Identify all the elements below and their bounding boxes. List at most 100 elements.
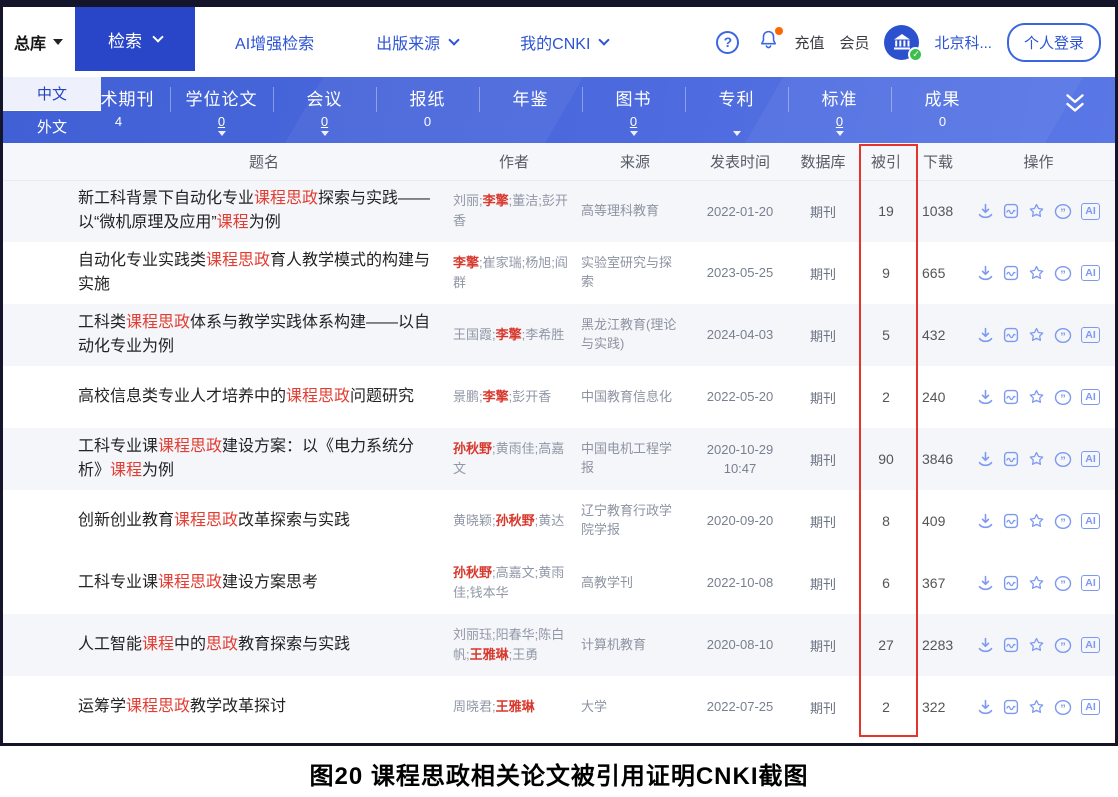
- paper-title-link[interactable]: 创新创业教育课程思政改革探索与实践: [3, 490, 450, 552]
- source-cell[interactable]: 中国电机工程学报: [578, 428, 692, 490]
- link-publication-source[interactable]: 出版来源: [376, 30, 458, 54]
- favorite-icon[interactable]: [1028, 699, 1045, 715]
- institution-name[interactable]: 北京科...: [934, 32, 992, 53]
- download-icon[interactable]: [977, 389, 994, 405]
- paper-title-link[interactable]: 运筹学课程思政教学改革探讨: [3, 676, 450, 738]
- category-tab[interactable]: 年鉴: [479, 77, 582, 143]
- paper-title-link[interactable]: 工科专业课课程思政建设方案：以《电力系统分析》课程为例: [3, 428, 450, 490]
- paper-title-link[interactable]: 高校信息类专业人才培养中的课程思政问题研究: [3, 366, 450, 428]
- download-count-cell[interactable]: 1038: [914, 180, 962, 242]
- quote-icon[interactable]: ”: [1054, 451, 1072, 468]
- authors-cell[interactable]: 刘丽;李擎;董洁;彭开香: [450, 180, 578, 242]
- category-tab[interactable]: 报纸0: [376, 77, 479, 143]
- download-count-cell[interactable]: 322: [914, 676, 962, 738]
- ai-icon[interactable]: AI: [1081, 513, 1100, 530]
- category-tab[interactable]: 标准0: [788, 77, 891, 143]
- quote-icon[interactable]: ”: [1054, 699, 1072, 716]
- source-cell[interactable]: 大学: [578, 676, 692, 738]
- notifications-button[interactable]: [758, 29, 779, 55]
- favorite-icon[interactable]: [1028, 327, 1045, 343]
- download-count-cell[interactable]: 2283: [914, 614, 962, 676]
- cited-count-cell[interactable]: 19: [858, 180, 914, 242]
- cited-count-cell[interactable]: 2: [858, 366, 914, 428]
- authors-cell[interactable]: 孙秋野;黄雨佳;高嘉文: [450, 428, 578, 490]
- link-ai-search[interactable]: AI增强检索: [235, 30, 314, 54]
- download-icon[interactable]: [977, 203, 994, 219]
- quote-icon[interactable]: ”: [1054, 327, 1072, 344]
- source-cell[interactable]: 计算机教育: [578, 614, 692, 676]
- expand-categories-button[interactable]: [1061, 92, 1089, 121]
- download-count-cell[interactable]: 432: [914, 304, 962, 366]
- quote-icon[interactable]: ”: [1054, 389, 1072, 406]
- source-cell[interactable]: 高教学刊: [578, 552, 692, 614]
- link-my-cnki[interactable]: 我的CNKI: [520, 30, 608, 54]
- help-icon[interactable]: ?: [716, 31, 739, 54]
- favorite-icon[interactable]: [1028, 451, 1045, 467]
- personal-login-button[interactable]: 个人登录: [1007, 23, 1101, 62]
- category-tab[interactable]: 专利: [685, 77, 788, 143]
- download-icon[interactable]: [977, 265, 994, 281]
- source-cell[interactable]: 黑龙江教育(理论与实践): [578, 304, 692, 366]
- member-link[interactable]: 会员: [839, 32, 869, 53]
- ai-icon[interactable]: AI: [1081, 575, 1100, 592]
- download-icon[interactable]: [977, 575, 994, 591]
- html-read-icon[interactable]: [1003, 575, 1019, 591]
- ai-icon[interactable]: AI: [1081, 451, 1100, 468]
- cited-count-cell[interactable]: 27: [858, 614, 914, 676]
- favorite-icon[interactable]: [1028, 203, 1045, 219]
- ai-icon[interactable]: AI: [1081, 637, 1100, 654]
- search-menu[interactable]: 检索: [75, 7, 195, 71]
- category-tab[interactable]: 成果0: [891, 77, 994, 143]
- ai-icon[interactable]: AI: [1081, 265, 1100, 282]
- library-selector[interactable]: 总库: [3, 30, 75, 54]
- html-read-icon[interactable]: [1003, 513, 1019, 529]
- category-tab[interactable]: 会议0: [273, 77, 376, 143]
- authors-cell[interactable]: 景鹏;李擎;彭开香: [450, 366, 578, 428]
- html-read-icon[interactable]: [1003, 203, 1019, 219]
- html-read-icon[interactable]: [1003, 451, 1019, 467]
- source-cell[interactable]: 中国教育信息化: [578, 366, 692, 428]
- html-read-icon[interactable]: [1003, 699, 1019, 715]
- download-icon[interactable]: [977, 327, 994, 343]
- tab-foreign[interactable]: 外文: [3, 111, 101, 144]
- cited-count-cell[interactable]: 6: [858, 552, 914, 614]
- paper-title-link[interactable]: 自动化专业实践类课程思政育人教学模式的构建与实施: [3, 242, 450, 304]
- authors-cell[interactable]: 黄晓颖;孙秋野;黄达: [450, 490, 578, 552]
- authors-cell[interactable]: 孙秋野;高嘉文;黄雨佳;钱本华: [450, 552, 578, 614]
- quote-icon[interactable]: ”: [1054, 265, 1072, 282]
- favorite-icon[interactable]: [1028, 575, 1045, 591]
- download-icon[interactable]: [977, 451, 994, 467]
- recharge-link[interactable]: 充值: [794, 32, 824, 53]
- ai-icon[interactable]: AI: [1081, 327, 1100, 344]
- favorite-icon[interactable]: [1028, 637, 1045, 653]
- paper-title-link[interactable]: 工科类课程思政体系与教学实践体系构建——以自动化专业为例: [3, 304, 450, 366]
- paper-title-link[interactable]: 新工科背景下自动化专业课程思政探索与实践——以“微机原理及应用”课程为例: [3, 180, 450, 242]
- authors-cell[interactable]: 刘丽珏;阳春华;陈白帆;王雅琳;王勇: [450, 614, 578, 676]
- download-count-cell[interactable]: 409: [914, 490, 962, 552]
- institution-avatar[interactable]: ✓: [884, 25, 919, 60]
- download-count-cell[interactable]: 665: [914, 242, 962, 304]
- paper-title-link[interactable]: 人工智能课程中的思政教育探索与实践: [3, 614, 450, 676]
- cited-count-cell[interactable]: 90: [858, 428, 914, 490]
- paper-title-link[interactable]: 工科专业课课程思政建设方案思考: [3, 552, 450, 614]
- source-cell[interactable]: 实验室研究与探索: [578, 242, 692, 304]
- cited-count-cell[interactable]: 8: [858, 490, 914, 552]
- download-count-cell[interactable]: 3846: [914, 428, 962, 490]
- html-read-icon[interactable]: [1003, 327, 1019, 343]
- cited-count-cell[interactable]: 5: [858, 304, 914, 366]
- cited-count-cell[interactable]: 2: [858, 676, 914, 738]
- quote-icon[interactable]: ”: [1054, 637, 1072, 654]
- category-tab[interactable]: 学位论文0: [170, 77, 273, 143]
- html-read-icon[interactable]: [1003, 389, 1019, 405]
- source-cell[interactable]: 高等理科教育: [578, 180, 692, 242]
- favorite-icon[interactable]: [1028, 265, 1045, 281]
- ai-icon[interactable]: AI: [1081, 699, 1100, 716]
- download-count-cell[interactable]: 240: [914, 366, 962, 428]
- tab-chinese[interactable]: 中文: [3, 77, 101, 111]
- download-icon[interactable]: [977, 637, 994, 653]
- quote-icon[interactable]: ”: [1054, 203, 1072, 220]
- authors-cell[interactable]: 王国霞;李擎;李希胜: [450, 304, 578, 366]
- cited-count-cell[interactable]: 9: [858, 242, 914, 304]
- favorite-icon[interactable]: [1028, 389, 1045, 405]
- download-icon[interactable]: [977, 699, 994, 715]
